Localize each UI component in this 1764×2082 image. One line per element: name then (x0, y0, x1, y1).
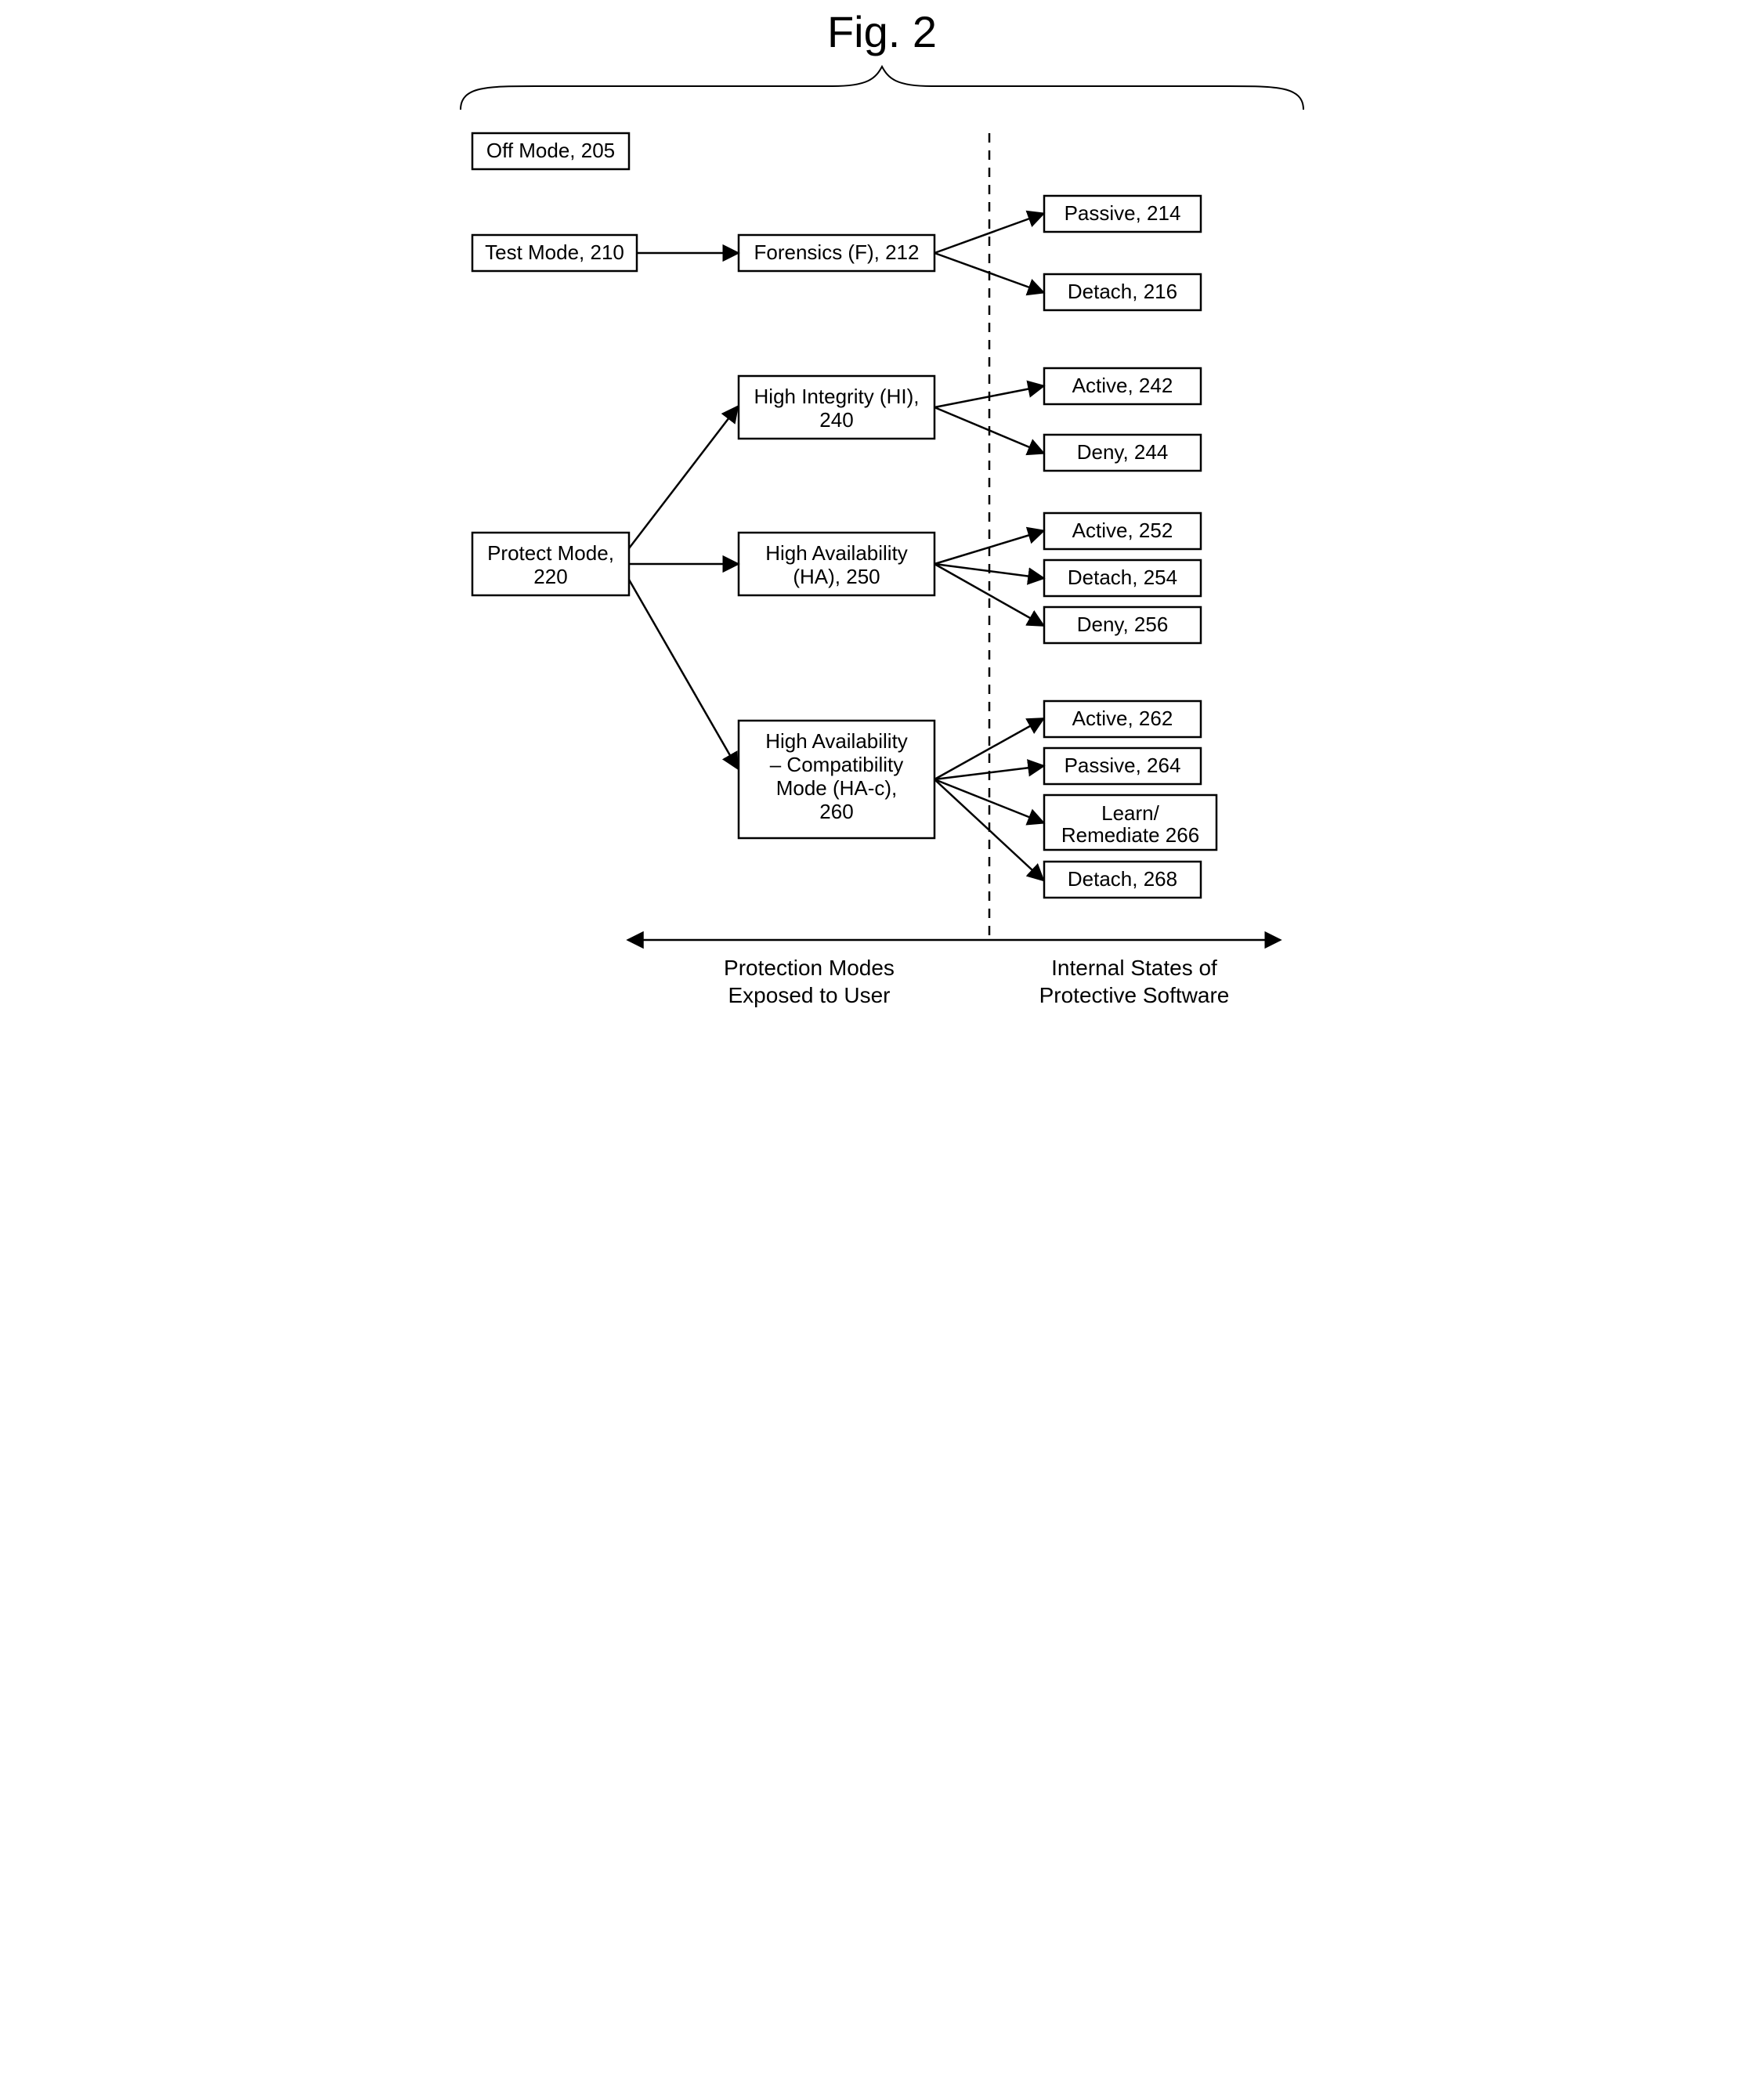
svg-text:240: 240 (819, 408, 853, 432)
node-detach216: Detach, 216 (1044, 274, 1201, 310)
svg-text:Learn/: Learn/ (1101, 801, 1159, 825)
caption-right-2: Protective Software (1039, 983, 1230, 1007)
svg-text:– Compatibility: – Compatibility (770, 753, 904, 776)
arrow-hac-learn (934, 779, 1043, 822)
node-off: Off Mode, 205 (472, 133, 629, 169)
node-hac: High Availability – Compatibility Mode (… (739, 721, 934, 838)
svg-text:Deny, 256: Deny, 256 (1077, 613, 1169, 636)
figure-2-diagram: Fig. 2 Off Mode, 205 Test Mode, 210 Prot… (441, 0, 1323, 1041)
node-hi: High Integrity (HI), 240 (739, 376, 934, 439)
node-active252: Active, 252 (1044, 513, 1201, 549)
arrow-protect-hac (629, 580, 737, 768)
svg-text:(HA), 250: (HA), 250 (793, 565, 880, 588)
node-detach254: Detach, 254 (1044, 560, 1201, 596)
node-ha: High Availability (HA), 250 (739, 533, 934, 595)
svg-text:Mode (HA-c),: Mode (HA-c), (776, 776, 898, 800)
caption-right-1: Internal States of (1051, 956, 1217, 980)
svg-text:220: 220 (533, 565, 567, 588)
arrow-protect-hi (629, 407, 737, 548)
node-test: Test Mode, 210 (472, 235, 637, 271)
svg-text:Passive, 214: Passive, 214 (1065, 201, 1181, 225)
node-active262: Active, 262 (1044, 701, 1201, 737)
svg-text:Test Mode, 210: Test Mode, 210 (485, 240, 624, 264)
node-detach268: Detach, 268 (1044, 862, 1201, 898)
node-forensics: Forensics (F), 212 (739, 235, 934, 271)
svg-text:High Availability: High Availability (765, 729, 908, 753)
svg-text:Detach, 216: Detach, 216 (1068, 280, 1177, 303)
svg-text:Active, 242: Active, 242 (1072, 374, 1173, 397)
svg-text:High Availability: High Availability (765, 541, 908, 565)
node-learn266: Learn/ Remediate 266 (1044, 795, 1216, 850)
top-brace (461, 67, 1303, 110)
figure-title: Fig. 2 (827, 7, 937, 56)
svg-text:260: 260 (819, 800, 853, 823)
svg-text:Remediate 266: Remediate 266 (1061, 823, 1199, 847)
node-active242: Active, 242 (1044, 368, 1201, 404)
svg-text:High Integrity (HI),: High Integrity (HI), (754, 385, 920, 408)
svg-text:Deny, 244: Deny, 244 (1077, 440, 1169, 464)
arrow-hi-active (934, 386, 1043, 407)
svg-text:Forensics (F), 212: Forensics (F), 212 (754, 240, 920, 264)
node-passive214: Passive, 214 (1044, 196, 1201, 232)
svg-text:Active, 262: Active, 262 (1072, 707, 1173, 730)
svg-text:Passive, 264: Passive, 264 (1065, 754, 1181, 777)
svg-text:Protect Mode,: Protect Mode, (487, 541, 614, 565)
svg-text:Detach, 268: Detach, 268 (1068, 867, 1177, 891)
svg-text:Detach, 254: Detach, 254 (1068, 566, 1177, 589)
node-deny256: Deny, 256 (1044, 607, 1201, 643)
caption-left-1: Protection Modes (724, 956, 895, 980)
svg-text:Off Mode, 205: Off Mode, 205 (486, 139, 615, 162)
node-protect: Protect Mode, 220 (472, 533, 629, 595)
node-deny244: Deny, 244 (1044, 435, 1201, 471)
svg-text:Active, 252: Active, 252 (1072, 519, 1173, 542)
caption-left-2: Exposed to User (728, 983, 891, 1007)
node-passive264: Passive, 264 (1044, 748, 1201, 784)
